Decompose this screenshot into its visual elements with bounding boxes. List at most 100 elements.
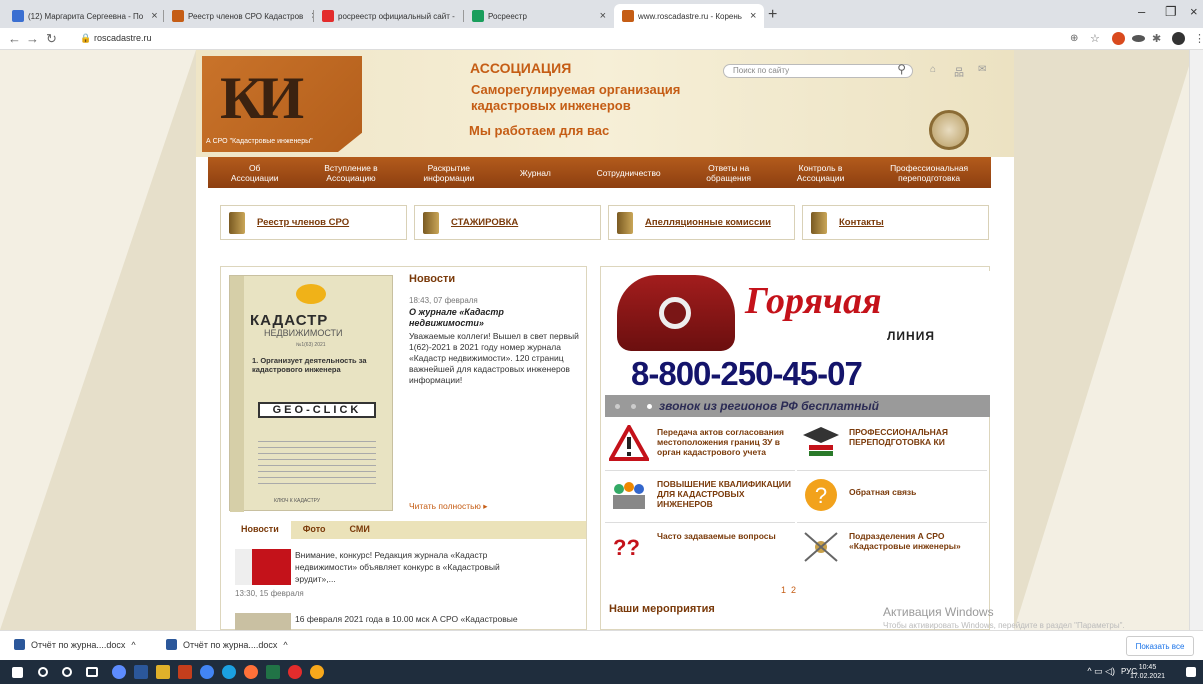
nav-retraining[interactable]: Профессиональная переподготовка bbox=[890, 163, 968, 183]
url-field[interactable]: roscadastre.ru bbox=[94, 33, 152, 43]
sitemap-icon[interactable]: 品 bbox=[954, 64, 964, 79]
news-title[interactable]: О журнале «Кадастр недвижимости» bbox=[409, 307, 579, 329]
nav-control[interactable]: Контроль в Ассоциации bbox=[797, 163, 845, 183]
main-nav: Об Ассоциации Вступление в Ассоциацию Ра… bbox=[208, 157, 991, 188]
tab-photo[interactable]: Фото bbox=[291, 521, 338, 539]
slider-dot[interactable] bbox=[615, 404, 620, 409]
card-retraining[interactable]: ПРОФЕССИОНАЛЬНАЯ ПЕРЕПОДГОТОВКА КИ bbox=[797, 421, 987, 471]
word-doc-icon bbox=[166, 639, 177, 650]
forward-icon[interactable]: → bbox=[26, 31, 39, 46]
card-qualification[interactable]: ПОВЫШЕНИЕ КВАЛИФИКАЦИИ ДЛЯ КАДАСТРОВЫХ И… bbox=[605, 473, 795, 523]
card-transfer-acts[interactable]: Передача актов согласования местоположен… bbox=[605, 421, 795, 471]
tab-news[interactable]: Новости bbox=[229, 521, 291, 539]
hotline-number: 8-800-250-45-07 bbox=[631, 355, 863, 392]
extension-icon[interactable] bbox=[1112, 32, 1125, 45]
chrome-icon[interactable] bbox=[200, 665, 214, 679]
file-explorer-icon[interactable] bbox=[156, 665, 170, 679]
close-tab-icon[interactable]: × bbox=[596, 10, 606, 22]
header-slogan: Мы работаем для вас bbox=[469, 123, 610, 138]
cortana-icon[interactable] bbox=[62, 667, 72, 677]
yandex-browser-icon[interactable] bbox=[288, 665, 302, 679]
quick-link-contacts[interactable]: Контакты bbox=[802, 205, 989, 240]
show-all-button[interactable]: Показать все bbox=[1126, 636, 1194, 656]
clock[interactable]: 10:45 17.02.2021 bbox=[1130, 663, 1165, 681]
news-item-text[interactable]: Внимание, конкурс! Редакция журнала «Кад… bbox=[295, 549, 535, 585]
profile-icon[interactable] bbox=[1172, 32, 1185, 45]
card-feedback[interactable]: ? Обратная связь bbox=[797, 473, 987, 523]
tab-roscadastre[interactable]: www.roscadastre.ru - Корень × bbox=[614, 4, 764, 28]
pdf-icon[interactable] bbox=[178, 665, 192, 679]
app-icon[interactable] bbox=[310, 665, 324, 679]
hotline-banner[interactable]: Горячая ЛИНИЯ 8-800-250-45-07 звонок из … bbox=[605, 271, 990, 417]
download-item[interactable]: Отчёт по журна....docx ^ bbox=[14, 639, 136, 650]
tab-yandex[interactable]: росреестр официальный сайт -× bbox=[314, 4, 464, 28]
slider-dot[interactable] bbox=[631, 404, 636, 409]
bookmark-star-icon[interactable]: ☆ bbox=[1090, 32, 1100, 45]
quick-link-registry[interactable]: Реестр членов СРО bbox=[220, 205, 407, 240]
new-tab-button[interactable]: + bbox=[768, 6, 777, 24]
extensions-puzzle-icon[interactable]: ✱ bbox=[1152, 32, 1161, 45]
excel-icon[interactable] bbox=[266, 665, 280, 679]
menu-icon[interactable]: ⋮ bbox=[1194, 32, 1203, 45]
windows-taskbar: ^ ▭ ◁) РУС 10:45 17.02.2021 bbox=[0, 660, 1203, 684]
word-icon[interactable] bbox=[134, 665, 148, 679]
news-thumbnail[interactable] bbox=[235, 549, 291, 585]
site-search-input[interactable]: Поиск по сайту ⚲ bbox=[723, 62, 913, 78]
lock-icon: 🔒 bbox=[80, 33, 92, 43]
reload-icon[interactable]: ↻ bbox=[46, 31, 57, 47]
close-tab-icon[interactable]: × bbox=[147, 10, 157, 22]
nav-cooperation[interactable]: Сотрудничество bbox=[597, 168, 661, 178]
nav-join[interactable]: Вступление в Ассоциацию bbox=[324, 163, 378, 183]
close-window-icon[interactable]: × bbox=[1190, 4, 1198, 19]
notifications-icon[interactable] bbox=[1186, 667, 1196, 677]
close-tab-icon[interactable]: × bbox=[746, 10, 756, 22]
read-more-link[interactable]: Читать полностью ▸ bbox=[409, 501, 488, 512]
windows-start-icon[interactable] bbox=[12, 667, 23, 678]
tab-media[interactable]: СМИ bbox=[338, 521, 382, 539]
yandex-icon bbox=[322, 10, 334, 22]
slider-dot[interactable] bbox=[647, 404, 652, 409]
restore-icon[interactable]: ❐ bbox=[1165, 4, 1177, 20]
tab-rosreestr[interactable]: Росреестр × bbox=[464, 4, 614, 28]
header-org-name: Саморегулируемая организация кадастровых… bbox=[471, 82, 681, 113]
search-icon[interactable] bbox=[38, 667, 48, 677]
news-thumbnail[interactable] bbox=[235, 613, 291, 630]
site-logo[interactable]: КИ А СРО "Кадастровые инженеры" bbox=[202, 56, 362, 152]
pagination[interactable]: 1 2 bbox=[781, 585, 796, 595]
download-item[interactable]: Отчёт по журна....docx ^ bbox=[166, 639, 288, 650]
browser-tab-strip: (12) Маргарита Сергеевна - По × Реестр чл… bbox=[0, 0, 1203, 28]
chevron-up-icon[interactable]: ^ bbox=[283, 640, 287, 650]
chevron-up-icon[interactable]: ^ bbox=[131, 640, 135, 650]
system-tray-icons[interactable]: ^ ▭ ◁) bbox=[1087, 666, 1115, 677]
card-divisions[interactable]: Подразделения А СРО «Кадастровые инженер… bbox=[797, 525, 987, 575]
mail-icon[interactable]: ✉ bbox=[978, 64, 986, 75]
app-icon[interactable] bbox=[112, 665, 126, 679]
nav-answers[interactable]: Ответы на обращения bbox=[706, 163, 751, 183]
news-panel: КАДАСТР НЕДВИЖИМОСТИ №1(63) 2021 1. Орга… bbox=[220, 266, 587, 630]
extension-icon[interactable] bbox=[1132, 35, 1145, 42]
nav-disclosure[interactable]: Раскрытие информации bbox=[423, 163, 474, 183]
question-circle-icon: ? bbox=[805, 479, 837, 511]
news-item-text[interactable]: 16 февраля 2021 года в 10.00 мск А СРО «… bbox=[295, 613, 555, 625]
edge-icon[interactable] bbox=[222, 665, 236, 679]
quick-link-internship[interactable]: СТАЖИРОВКА bbox=[414, 205, 601, 240]
ki-logo-icon bbox=[622, 10, 634, 22]
nav-about[interactable]: Об Ассоциации bbox=[231, 163, 279, 183]
minimize-icon[interactable]: – bbox=[1138, 4, 1145, 19]
zoom-icon[interactable]: ⊕ bbox=[1070, 33, 1078, 44]
quick-link-appeals[interactable]: Апелляционные комиссии bbox=[608, 205, 795, 240]
home-icon[interactable]: ⌂ bbox=[930, 64, 936, 75]
card-faq[interactable]: ?? Часто задаваемые вопросы bbox=[605, 525, 795, 575]
firefox-icon[interactable] bbox=[244, 665, 258, 679]
ki-logo-icon bbox=[172, 10, 184, 22]
tab-vk[interactable]: (12) Маргарита Сергеевна - По × bbox=[4, 4, 164, 28]
magazine-cover[interactable]: КАДАСТР НЕДВИЖИМОСТИ №1(63) 2021 1. Орга… bbox=[229, 275, 393, 512]
back-icon[interactable]: ← bbox=[8, 31, 21, 46]
page-scrollbar[interactable] bbox=[1189, 50, 1203, 630]
news-text: Уважаемые коллеги! Вышел в свет первый 1… bbox=[409, 331, 579, 385]
nav-journal[interactable]: Журнал bbox=[520, 168, 551, 178]
tab-registry[interactable]: Реестр членов СРО Кадастров× bbox=[164, 4, 314, 28]
task-view-icon[interactable] bbox=[86, 667, 98, 677]
search-icon[interactable]: ⚲ bbox=[897, 62, 906, 76]
phone-icon bbox=[617, 275, 735, 351]
